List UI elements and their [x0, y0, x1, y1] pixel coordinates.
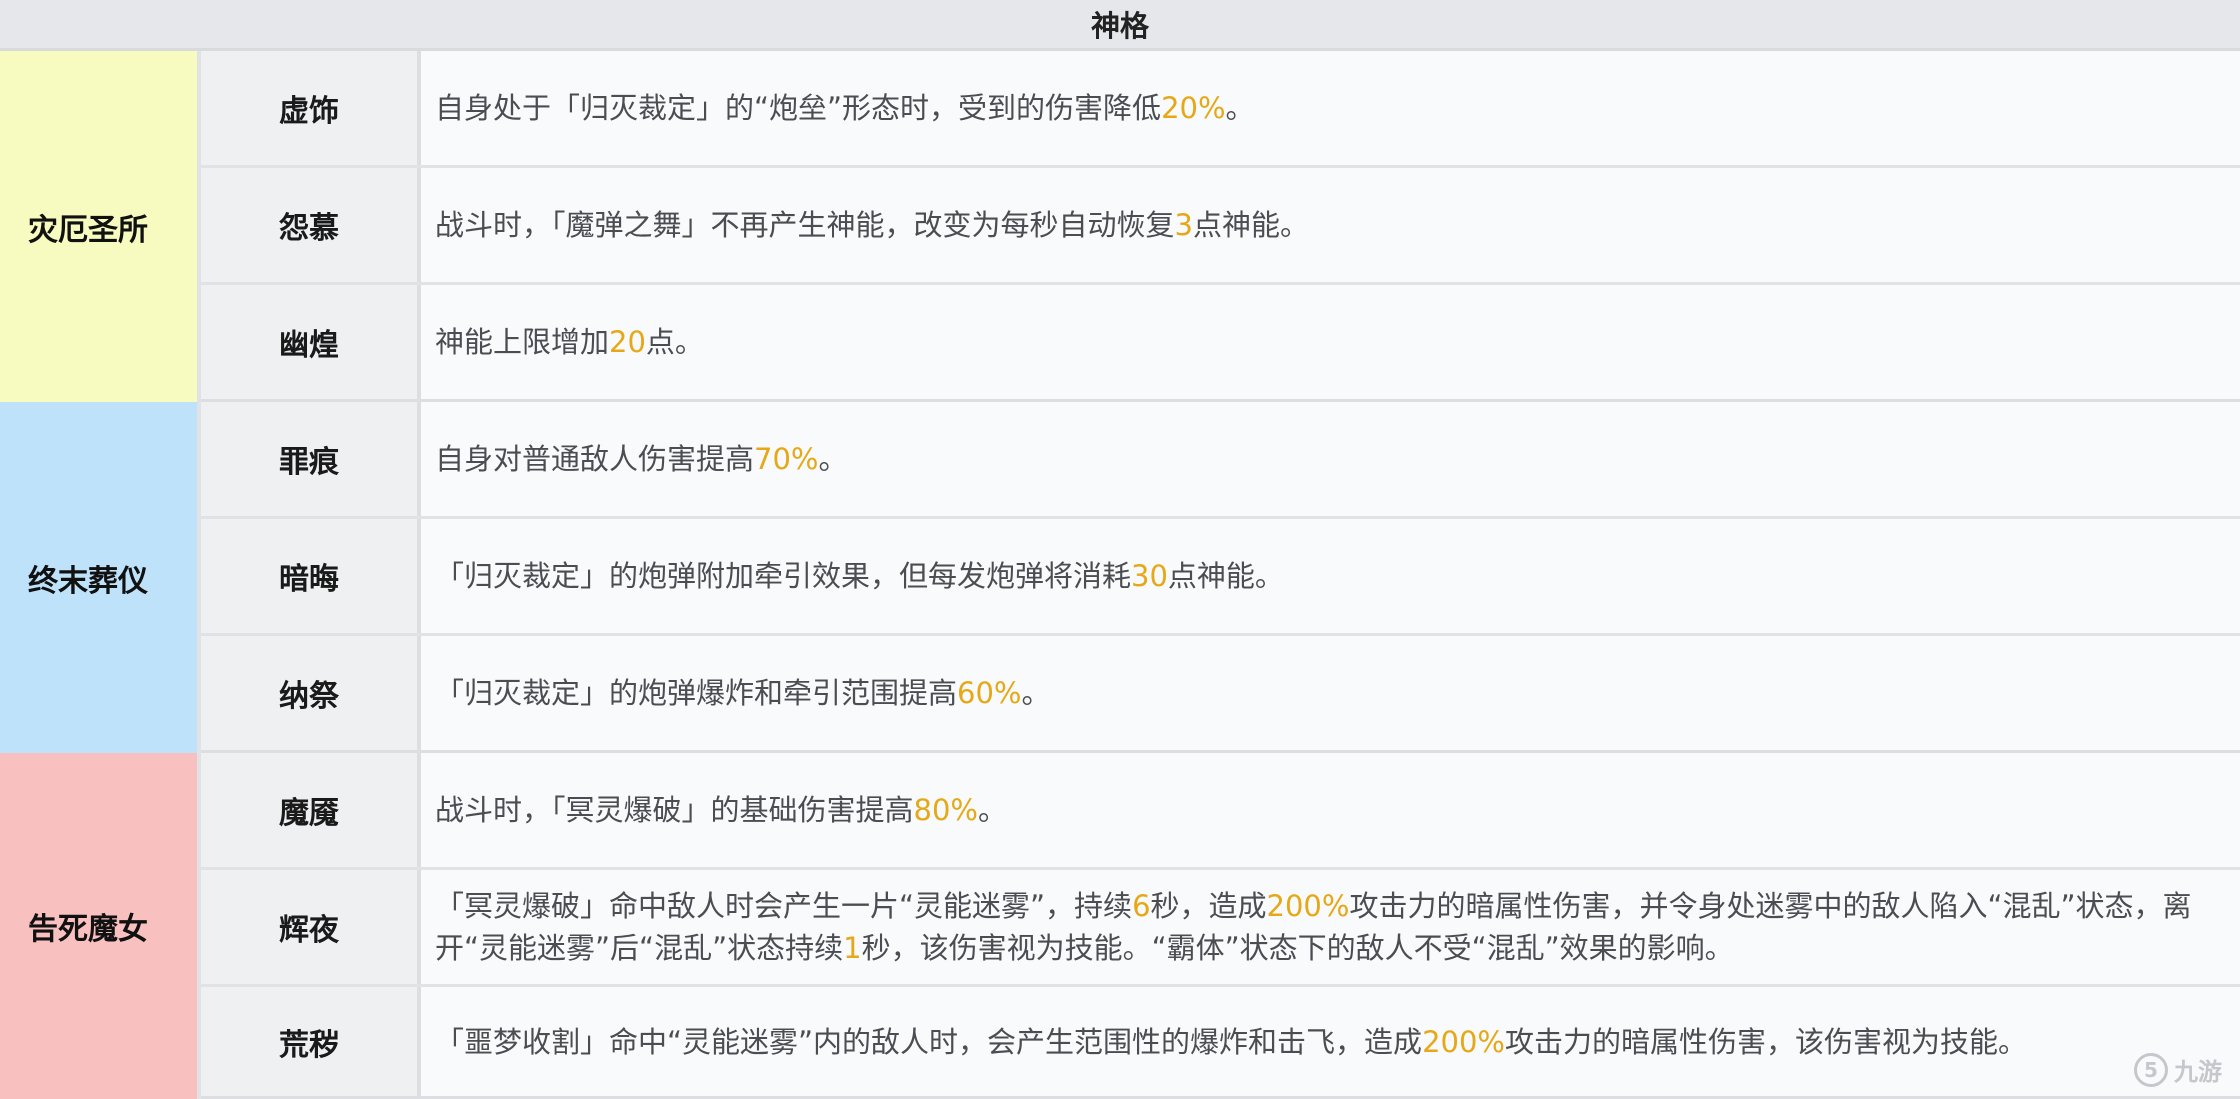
description-segment: 攻击力的暗属性伤害，该伤害视为技能。 [1504, 1024, 2027, 1059]
talent-name: 荒秽 [201, 987, 421, 1096]
highlight-value: 80% [913, 793, 978, 827]
group-label: 终末葬仪 [0, 402, 201, 753]
description-segment: 。 [1021, 676, 1051, 710]
watermark: 5 九游 [2134, 1052, 2222, 1087]
group-rows: 魔魇 战斗时，「冥灵爆破」的基础伤害提高80%。 辉夜 「冥灵爆破」命中敌人时会… [201, 753, 2240, 1099]
talent-table-page: 神格 灾厄圣所 虚饰 自身处于「归灭裁定」的“炮垒”形态时，受到的伤害降低20%… [0, 0, 2240, 1099]
talent-description: 「噩梦收割」命中“灵能迷雾”内的敌人时，会产生范围性的爆炸和击飞，造成200%攻… [421, 987, 2240, 1096]
description-segment: 。 [1225, 91, 1255, 125]
description-segment: 秒，造成 [1150, 889, 1267, 923]
talent-description: 「冥灵爆破」命中敌人时会产生一片“灵能迷雾”，持续6秒，造成200%攻击力的暗属… [421, 870, 2240, 984]
highlight-value: 70% [754, 442, 819, 476]
talent-description: 战斗时，「魔弹之舞」不再产生神能，改变为每秒自动恢复3点神能。 [421, 168, 2240, 282]
talent-table: 灾厄圣所 虚饰 自身处于「归灭裁定」的“炮垒”形态时，受到的伤害降低20%。 怨… [0, 51, 2240, 1099]
description-segment: 。 [818, 442, 848, 476]
description-text: 自身对普通敌人伤害提高70%。 [435, 438, 848, 480]
talent-description: 「归灭裁定」的炮弹附加牵引效果，但每发炮弹将消耗30点神能。 [421, 519, 2240, 633]
talent-name: 罪痕 [201, 402, 421, 516]
description-text: 神能上限增加20点。 [435, 321, 704, 363]
description-text: 「噩梦收割」命中“灵能迷雾”内的敌人时，会产生范围性的爆炸和击飞，造成200%攻… [435, 1021, 2027, 1063]
highlight-value: 200% [1422, 1024, 1505, 1059]
highlight-value: 1 [843, 931, 862, 965]
talent-name: 暗晦 [201, 519, 421, 633]
description-segment: 「噩梦收割」命中“灵能迷雾”内的敌人时，会产生范围性的爆炸和击飞，造成 [435, 1024, 1423, 1059]
talent-description: 自身对普通敌人伤害提高70%。 [421, 402, 2240, 516]
description-segment: 战斗时，「冥灵爆破」的基础伤害提高 [435, 793, 914, 827]
description-text: 自身处于「归灭裁定」的“炮垒”形态时，受到的伤害降低20%。 [435, 87, 1255, 129]
description-segment: 。 [977, 793, 1007, 827]
table-row: 罪痕 自身对普通敌人伤害提高70%。 [201, 402, 2240, 519]
description-segment: 「归灭裁定」的炮弹附加牵引效果，但每发炮弹将消耗 [435, 559, 1132, 593]
description-segment: 神能上限增加 [435, 325, 610, 359]
group-gaosi-monv: 告死魔女 魔魇 战斗时，「冥灵爆破」的基础伤害提高80%。 辉夜 「冥灵爆破」命… [0, 753, 2240, 1099]
table-row: 荒秽 「噩梦收割」命中“灵能迷雾”内的敌人时，会产生范围性的爆炸和击飞，造成20… [201, 987, 2240, 1099]
description-segment: 点神能。 [1167, 559, 1284, 593]
table-title: 神格 [0, 0, 2240, 51]
talent-description: 神能上限增加20点。 [421, 285, 2240, 399]
table-row: 纳祭 「归灭裁定」的炮弹爆炸和牵引范围提高60%。 [201, 636, 2240, 753]
talent-name: 纳祭 [201, 636, 421, 750]
table-row: 暗晦 「归灭裁定」的炮弹附加牵引效果，但每发炮弹将消耗30点神能。 [201, 519, 2240, 636]
jiuyou-logo-icon: 5 [2134, 1052, 2168, 1087]
description-segment: 「归灭裁定」的炮弹爆炸和牵引范围提高 [435, 676, 958, 710]
description-segment: 自身对普通敌人伤害提高 [435, 442, 755, 476]
description-segment: 点。 [645, 325, 704, 359]
description-segment: 秒，该伤害视为技能。“霸体”状态下的敌人不受“混乱”效果的影响。 [861, 931, 1734, 965]
description-segment: 自身处于「归灭裁定」的“炮垒”形态时，受到的伤害降低 [435, 91, 1162, 125]
table-row: 魔魇 战斗时，「冥灵爆破」的基础伤害提高80%。 [201, 753, 2240, 870]
highlight-value: 6 [1132, 889, 1151, 923]
table-row: 辉夜 「冥灵爆破」命中敌人时会产生一片“灵能迷雾”，持续6秒，造成200%攻击力… [201, 870, 2240, 987]
group-label: 灾厄圣所 [0, 51, 201, 402]
description-text: 「归灭裁定」的炮弹爆炸和牵引范围提高60%。 [435, 672, 1051, 714]
talent-name: 怨慕 [201, 168, 421, 282]
talent-name: 虚饰 [201, 51, 421, 165]
talent-description: 战斗时，「冥灵爆破」的基础伤害提高80%。 [421, 753, 2240, 867]
highlight-value: 200% [1266, 889, 1350, 923]
group-rows: 虚饰 自身处于「归灭裁定」的“炮垒”形态时，受到的伤害降低20%。 怨慕 战斗时… [201, 51, 2240, 402]
description-segment: 「冥灵爆破」命中敌人时会产生一片“灵能迷雾”，持续 [435, 889, 1133, 923]
description-segment: 战斗时，「魔弹之舞」不再产生神能，改变为每秒自动恢复 [435, 208, 1175, 242]
table-row: 幽煌 神能上限增加20点。 [201, 285, 2240, 402]
group-zhongmo-zangyi: 终末葬仪 罪痕 自身对普通敌人伤害提高70%。 暗晦 「归灭裁定」的炮弹附加牵引… [0, 402, 2240, 753]
description-text: 「冥灵爆破」命中敌人时会产生一片“灵能迷雾”，持续6秒，造成200%攻击力的暗属… [435, 885, 2226, 969]
description-text: 战斗时，「冥灵爆破」的基础伤害提高80%。 [435, 789, 1007, 831]
highlight-value: 3 [1174, 208, 1193, 242]
highlight-value: 20% [1161, 91, 1226, 125]
talent-description: 「归灭裁定」的炮弹爆炸和牵引范围提高60%。 [421, 636, 2240, 750]
talent-name: 幽煌 [201, 285, 421, 399]
group-label: 告死魔女 [0, 753, 201, 1099]
table-row: 虚饰 自身处于「归灭裁定」的“炮垒”形态时，受到的伤害降低20%。 [201, 51, 2240, 168]
group-rows: 罪痕 自身对普通敌人伤害提高70%。 暗晦 「归灭裁定」的炮弹附加牵引效果，但每… [201, 402, 2240, 753]
talent-name: 魔魇 [201, 753, 421, 867]
watermark-text: 九游 [2174, 1058, 2222, 1086]
group-zaie-shengsuo: 灾厄圣所 虚饰 自身处于「归灭裁定」的“炮垒”形态时，受到的伤害降低20%。 怨… [0, 51, 2240, 402]
highlight-value: 60% [957, 676, 1022, 710]
highlight-value: 30 [1131, 559, 1168, 593]
table-row: 怨慕 战斗时，「魔弹之舞」不再产生神能，改变为每秒自动恢复3点神能。 [201, 168, 2240, 285]
talent-name: 辉夜 [201, 870, 421, 984]
description-segment: 点神能。 [1192, 208, 1309, 242]
description-text: 「归灭裁定」的炮弹附加牵引效果，但每发炮弹将消耗30点神能。 [435, 555, 1284, 597]
talent-description: 自身处于「归灭裁定」的“炮垒”形态时，受到的伤害降低20%。 [421, 51, 2240, 165]
description-text: 战斗时，「魔弹之舞」不再产生神能，改变为每秒自动恢复3点神能。 [435, 204, 1309, 246]
highlight-value: 20 [609, 325, 646, 359]
